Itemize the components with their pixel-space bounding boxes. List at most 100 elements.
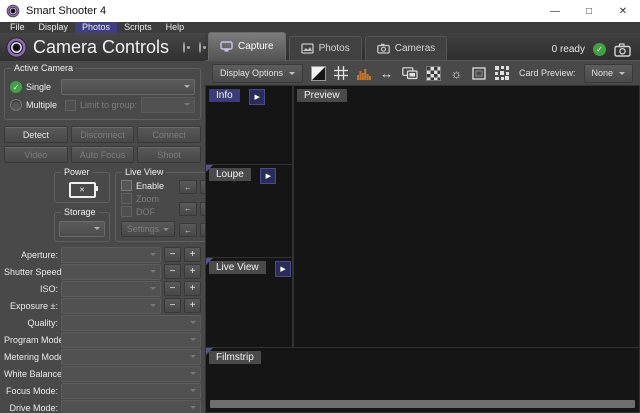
menu-photos[interactable]: Photos [75, 22, 117, 33]
battery-empty-icon: ✕ [69, 182, 96, 198]
live-view-grid: Enable Zoom DOF Settings [121, 180, 205, 237]
menu-help[interactable]: Help [159, 22, 192, 33]
exposure-increase-button[interactable]: + [184, 298, 201, 313]
filmstrip-panel-tab[interactable]: Filmstrip [209, 351, 261, 364]
card-grid-icon[interactable] [494, 65, 509, 81]
storage-select[interactable] [59, 221, 105, 237]
active-camera-label: Active Camera [11, 63, 76, 73]
single-camera-select[interactable] [61, 79, 195, 95]
white-balance-select[interactable] [61, 366, 201, 382]
status-camera-icon [614, 43, 631, 57]
maximize-icon[interactable]: □ [572, 0, 606, 22]
dof-checkbox[interactable] [121, 206, 132, 217]
program-mode-select[interactable] [61, 332, 201, 348]
active-camera-group: Active Camera ✓ Single Multiple Limit to… [4, 68, 201, 120]
left-arrow-button-1[interactable]: ← [179, 180, 197, 194]
settings-dropdown-button[interactable]: Settings [121, 221, 175, 237]
contrast-icon[interactable] [311, 65, 326, 81]
aperture-row: Aperture: − + [4, 247, 201, 262]
focus-mode-select[interactable] [61, 383, 201, 399]
dual-display-icon[interactable] [402, 65, 418, 81]
detect-button[interactable]: Detect [4, 126, 68, 143]
loupe-panel-tab[interactable]: Loupe [209, 168, 251, 181]
close-icon[interactable]: ✕ [606, 0, 640, 22]
limit-to-group-checkbox[interactable] [65, 100, 76, 111]
brightness-icon[interactable]: ☼ [449, 65, 464, 81]
arrow-pair-3: ← → [179, 223, 205, 237]
left-arrow-button-2[interactable]: ← [179, 202, 197, 216]
live-view-panel: Live View ▶ [205, 257, 293, 348]
connect-button[interactable]: Connect [137, 126, 201, 143]
tab-photos[interactable]: Photos [289, 36, 362, 60]
exposure-select[interactable] [61, 298, 161, 314]
left-arrow-button-3[interactable]: ← [179, 223, 197, 237]
menu-file[interactable]: File [3, 22, 32, 33]
quality-select[interactable] [61, 315, 201, 331]
live-view-play-icon[interactable]: ▶ [275, 261, 291, 277]
loupe-play-icon[interactable]: ▶ [260, 168, 276, 184]
iso-decrease-button[interactable]: − [164, 281, 181, 296]
power-label: Power [61, 167, 93, 177]
preview-panel-tab[interactable]: Preview [297, 89, 347, 102]
minimize-icon[interactable]: — [538, 0, 572, 22]
menu-display[interactable]: Display [32, 22, 76, 33]
info-panel-tab[interactable]: Info [209, 89, 240, 102]
tab-capture[interactable]: Capture [208, 32, 286, 60]
drive-mode-select[interactable] [61, 400, 201, 413]
grid-overlay-icon[interactable] [334, 65, 349, 81]
quality-label: Quality: [4, 318, 58, 328]
storage-group: Storage [54, 212, 110, 242]
live-view-label: Live View [122, 167, 166, 177]
program-mode-label: Program Mode: [4, 335, 58, 345]
shutter-speed-select[interactable] [61, 264, 161, 280]
video-button[interactable]: Video [4, 146, 68, 163]
histogram-icon[interactable] [357, 65, 372, 81]
card-preview-select[interactable]: None [584, 64, 634, 83]
iso-select[interactable] [61, 281, 161, 297]
filmstrip-scrollbar[interactable] [210, 400, 635, 408]
multiple-radio-icon[interactable] [10, 99, 22, 111]
zoom-label: Zoom [136, 194, 159, 204]
multiple-camera-row: Multiple Limit to group: [10, 97, 195, 113]
iso-label: ISO: [4, 284, 58, 294]
program-mode-row: Program Mode: [4, 332, 201, 347]
frame-crop-icon[interactable] [472, 65, 487, 81]
exposure-row: Exposure ±: − + [4, 298, 201, 313]
info-play-icon[interactable]: ▶ [249, 89, 265, 105]
menu-scripts[interactable]: Scripts [117, 22, 159, 33]
aperture-decrease-button[interactable]: − [164, 247, 181, 262]
display-options-button[interactable]: Display Options [212, 64, 303, 83]
power-storage-column: Power ✕ Storage [54, 172, 110, 242]
checkerboard-icon[interactable] [426, 65, 441, 81]
fit-width-icon[interactable]: ↔ [379, 65, 394, 81]
single-radio-label[interactable]: Single [26, 82, 51, 92]
multiple-radio-label[interactable]: Multiple [26, 100, 57, 110]
aperture-select[interactable] [61, 247, 161, 263]
dock-panel-icon[interactable] [199, 42, 201, 53]
iso-increase-button[interactable]: + [184, 281, 201, 296]
camera-action-buttons: Detect Disconnect Connect Video Auto Foc… [4, 126, 201, 163]
exposure-label: Exposure ±: [4, 301, 58, 311]
power-group: Power ✕ [54, 172, 110, 203]
capture-monitor-icon [220, 41, 233, 52]
zoom-checkbox[interactable] [121, 193, 132, 204]
shutter-decrease-button[interactable]: − [164, 264, 181, 279]
metering-mode-select[interactable] [61, 349, 201, 365]
metering-mode-row: Metering Mode: [4, 349, 201, 364]
live-view-panel-tab[interactable]: Live View [209, 261, 266, 274]
auto-focus-button[interactable]: Auto Focus [71, 146, 135, 163]
tab-cameras[interactable]: Cameras [365, 36, 448, 60]
single-selected-check-icon[interactable]: ✓ [10, 81, 22, 93]
disconnect-button[interactable]: Disconnect [71, 126, 135, 143]
aperture-increase-button[interactable]: + [184, 247, 201, 262]
panel-title: Camera Controls [33, 37, 169, 58]
drive-mode-row: Drive Mode: [4, 400, 201, 413]
float-panel-icon[interactable] [183, 42, 185, 53]
exposure-decrease-button[interactable]: − [164, 298, 181, 313]
shoot-button[interactable]: Shoot [137, 146, 201, 163]
group-select[interactable] [141, 97, 195, 113]
window-title: Smart Shooter 4 [26, 5, 538, 17]
enable-checkbox[interactable] [121, 180, 132, 191]
focus-mode-row: Focus Mode: [4, 383, 201, 398]
shutter-increase-button[interactable]: + [184, 264, 201, 279]
